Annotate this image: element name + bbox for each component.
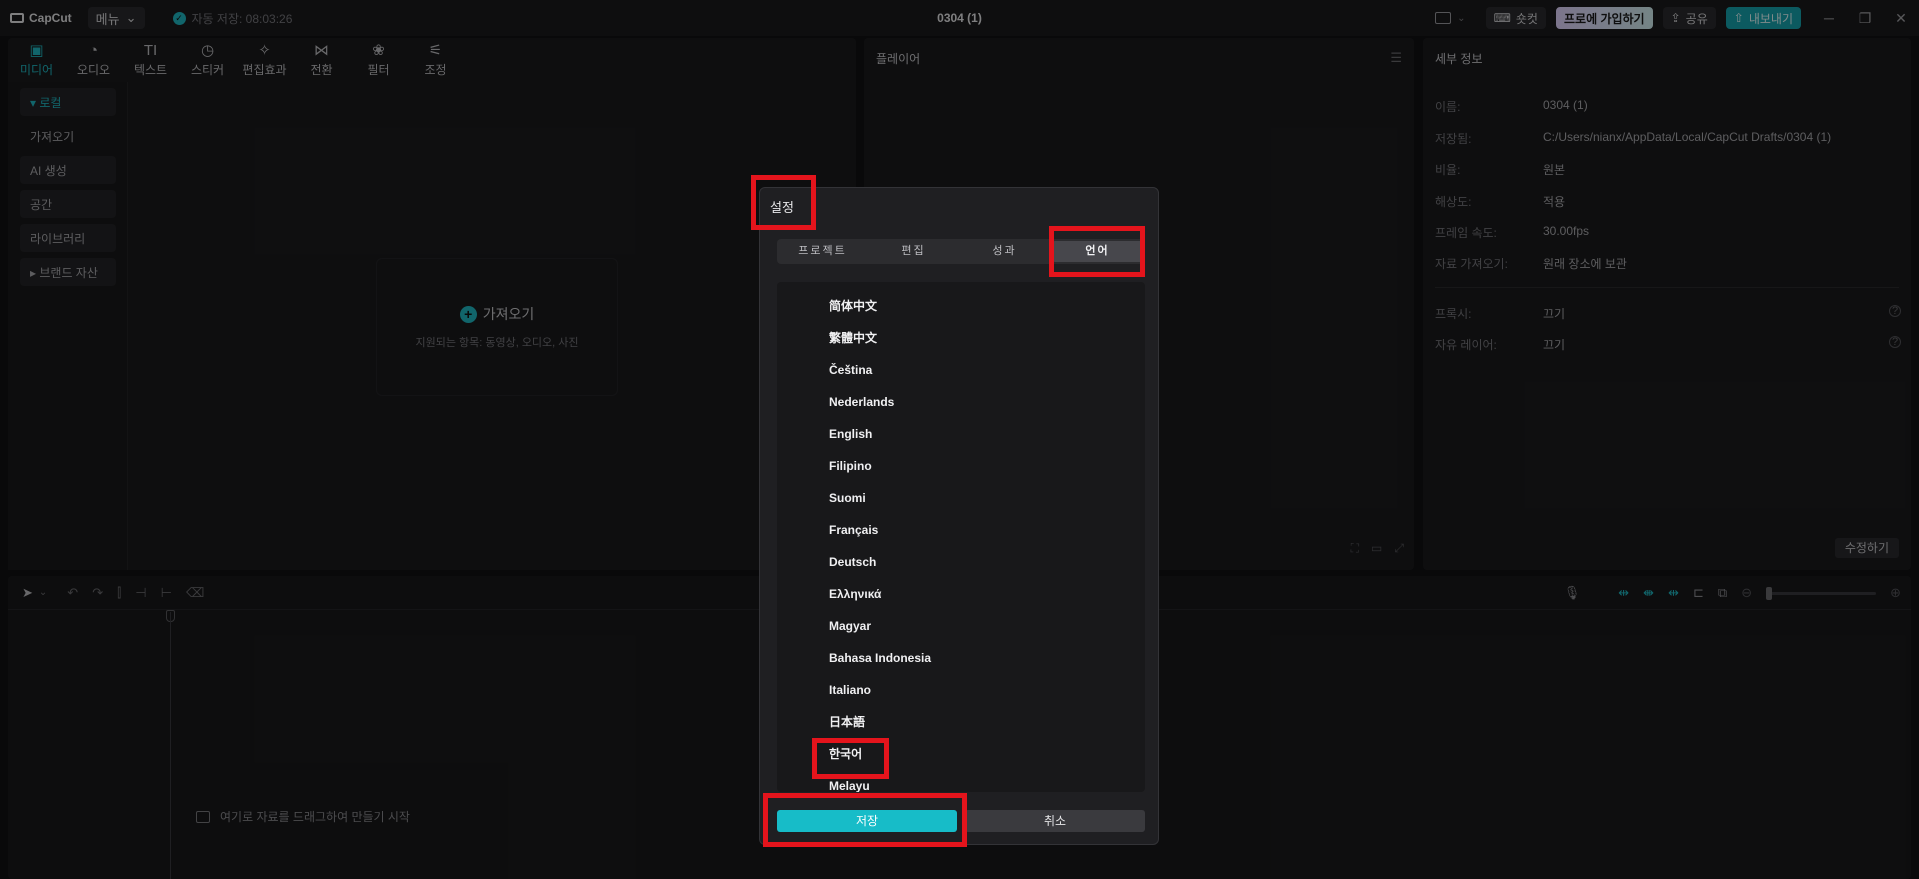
settings-tabs: 프로젝트 편집 성과 언어 — [777, 239, 1145, 264]
language-option[interactable]: Filipino — [777, 450, 1145, 482]
language-option[interactable]: Melayu — [777, 770, 1145, 792]
language-option[interactable]: Français — [777, 514, 1145, 546]
language-list[interactable]: 简体中文 繁體中文 Čeština Nederlands English Fil… — [777, 282, 1145, 792]
language-option[interactable]: Deutsch — [777, 546, 1145, 578]
language-option[interactable]: 简体中文 — [777, 290, 1145, 322]
language-option-selected[interactable]: 한국어 — [777, 738, 1145, 770]
language-option[interactable]: Nederlands — [777, 386, 1145, 418]
language-option[interactable]: Čeština — [777, 354, 1145, 386]
language-option[interactable]: Bahasa Indonesia — [777, 642, 1145, 674]
language-option[interactable]: English — [777, 418, 1145, 450]
settings-dialog: 설정 프로젝트 편집 성과 언어 简体中文 繁體中文 Čeština Neder… — [759, 187, 1159, 845]
language-option[interactable]: Magyar — [777, 610, 1145, 642]
language-option[interactable]: 日本語 — [777, 706, 1145, 738]
language-option[interactable]: Ελληνικά — [777, 578, 1145, 610]
cancel-button[interactable]: 취소 — [965, 810, 1145, 832]
tab-language[interactable]: 언어 — [1052, 241, 1143, 262]
language-option[interactable]: 繁體中文 — [777, 322, 1145, 354]
dialog-footer: 저장 취소 — [777, 810, 1145, 832]
language-option[interactable]: Suomi — [777, 482, 1145, 514]
dialog-title: 설정 — [770, 200, 794, 215]
tab-edit[interactable]: 편집 — [868, 239, 959, 264]
tab-project[interactable]: 프로젝트 — [777, 239, 868, 264]
save-button[interactable]: 저장 — [777, 810, 957, 832]
tab-performance[interactable]: 성과 — [959, 239, 1050, 264]
language-option[interactable]: Italiano — [777, 674, 1145, 706]
